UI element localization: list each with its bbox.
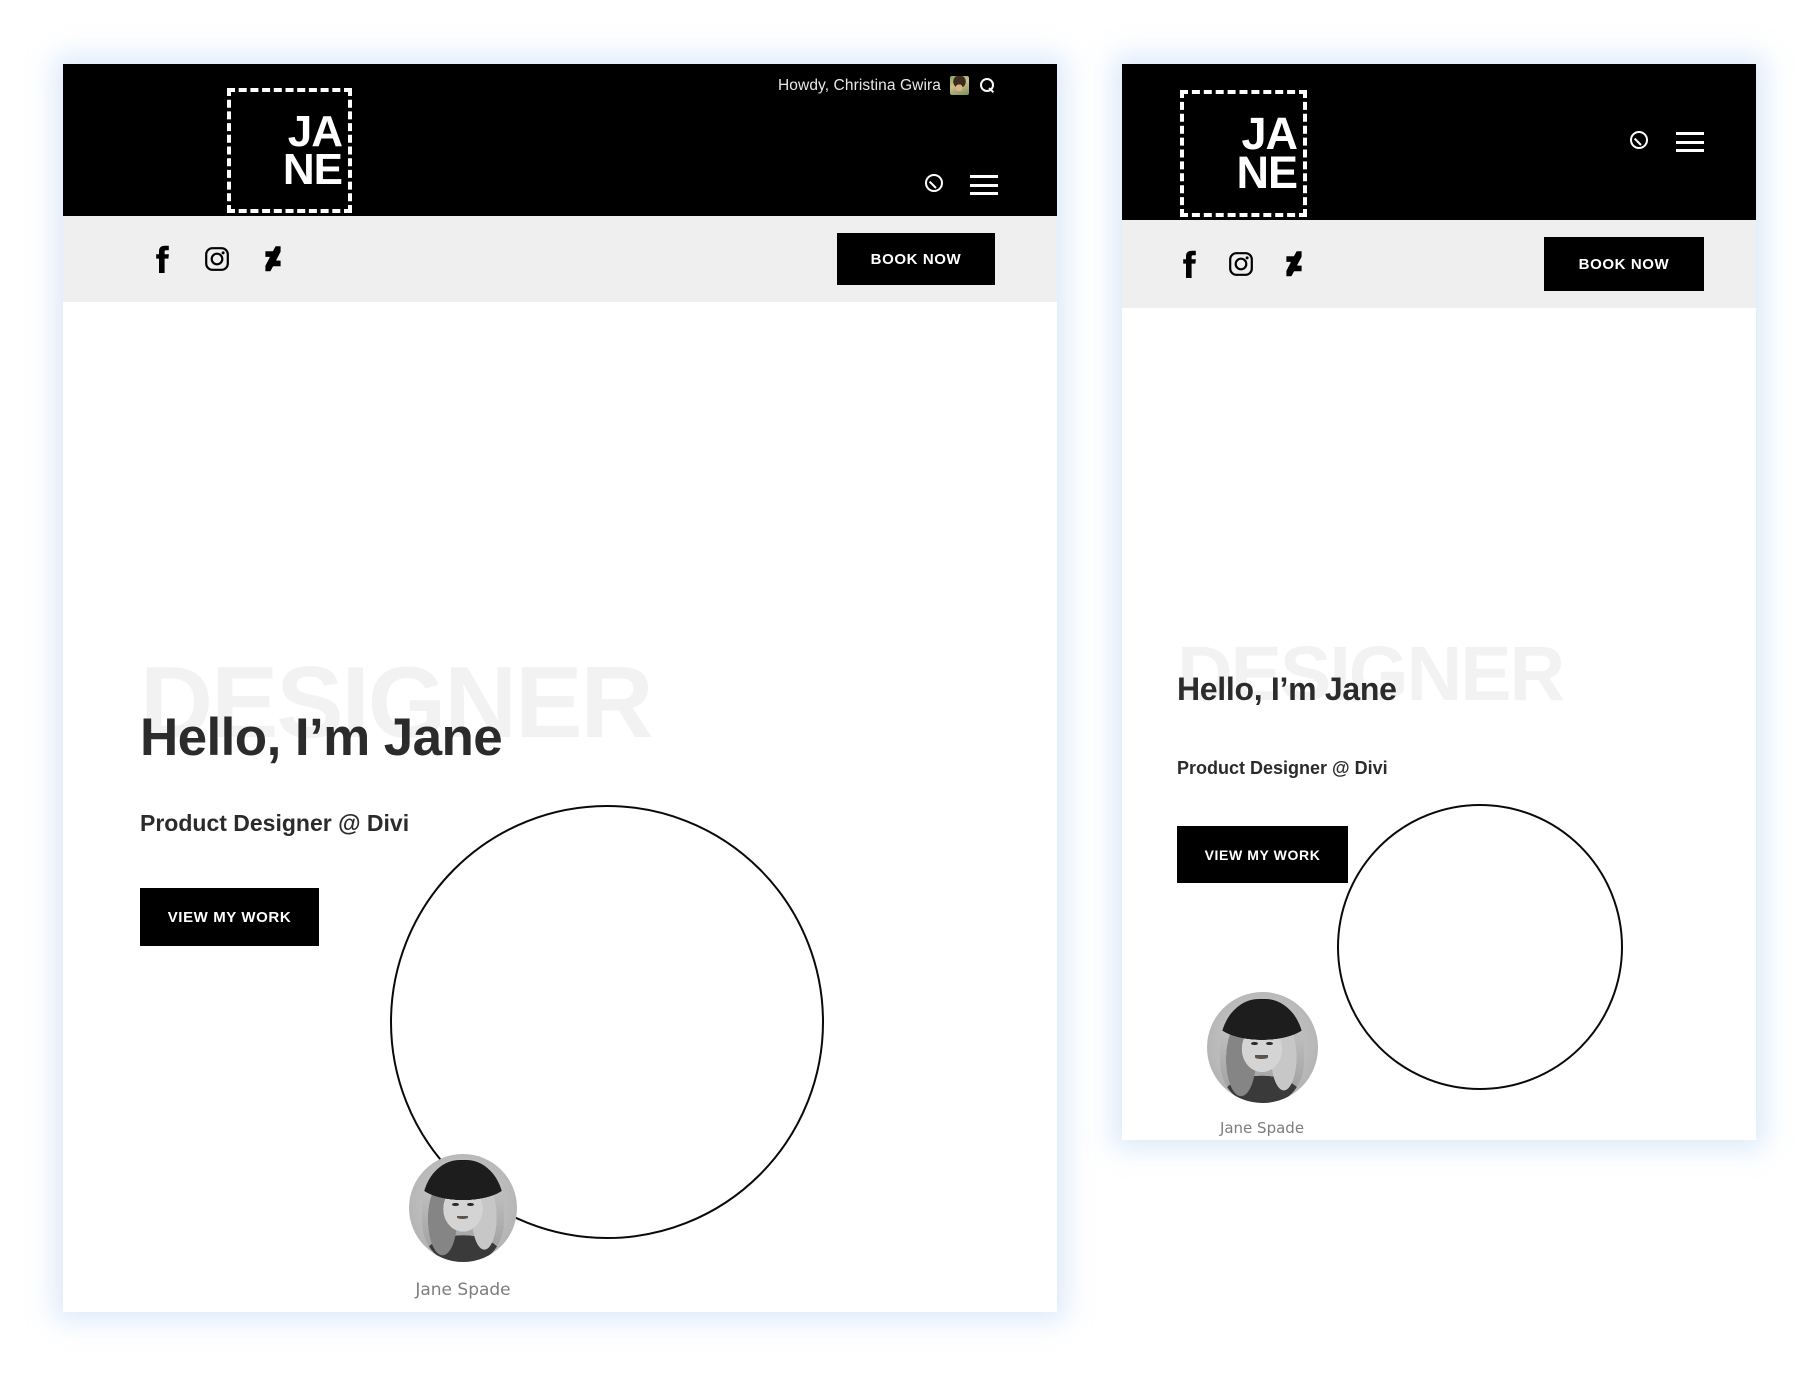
hamburger-bar (1676, 132, 1704, 135)
portrait-eye (467, 1202, 474, 1207)
portrait-mouth (1255, 1055, 1268, 1059)
screenshot-canvas: Howdy, Christina Gwira JA NE BOOK NOW DE… (0, 0, 1800, 1383)
outline-circle-shape (1337, 804, 1623, 1090)
site-logo-desktop[interactable]: JA NE (227, 88, 352, 213)
portrait-eye (452, 1202, 459, 1207)
header-icon-group-mobile (1625, 129, 1704, 155)
facebook-icon[interactable] (1178, 249, 1198, 279)
hero-section-desktop: DESIGNER Hello, I’m Jane Product Designe… (63, 302, 1057, 1312)
book-now-button[interactable]: BOOK NOW (837, 233, 995, 285)
profile-photo-grayscale (409, 1154, 517, 1262)
hero-section-mobile: DESIGNER Hello, I’m Jane Product Designe… (1122, 308, 1756, 1140)
site-header-desktop: Howdy, Christina Gwira JA NE (63, 64, 1057, 216)
hero-subtitle: Product Designer @ Divi (1177, 758, 1388, 778)
site-header-mobile: JA NE (1122, 64, 1756, 220)
book-now-button[interactable]: BOOK NOW (1544, 237, 1704, 291)
hero-title: Hello, I’m Jane (140, 708, 503, 767)
hamburger-bar (970, 192, 998, 195)
portrait-shape (421, 1160, 505, 1262)
profile-photo-grayscale (1206, 992, 1318, 1103)
social-cta-bar-mobile: BOOK NOW (1122, 220, 1756, 308)
facebook-icon[interactable] (151, 244, 171, 274)
header-icon-group-desktop (920, 172, 998, 198)
search-icon[interactable] (1625, 129, 1649, 155)
admin-bar-greeting[interactable]: Howdy, Christina Gwira (778, 76, 995, 95)
social-cta-bar-desktop: BOOK NOW (63, 216, 1057, 302)
hero-title: Hello, I’m Jane (1177, 671, 1397, 707)
profile-name-label: Jane Spade (415, 1280, 511, 1300)
portrait-shape (1219, 998, 1305, 1103)
deviantart-icon[interactable] (263, 245, 283, 273)
profile-card-desktop: Jane Spade (373, 1154, 553, 1300)
user-avatar-thumbnail[interactable] (950, 76, 969, 95)
logo-line-two: NE (282, 144, 343, 194)
social-links-desktop (151, 244, 283, 274)
site-logo-mobile[interactable]: JA NE (1180, 90, 1307, 217)
hamburger-menu-icon[interactable] (1676, 132, 1704, 152)
social-links-mobile (1178, 249, 1304, 279)
hamburger-bar (1676, 140, 1704, 144)
admin-greeting-text: Howdy, Christina Gwira (778, 76, 941, 94)
deviantart-icon[interactable] (1284, 250, 1304, 278)
search-icon[interactable] (920, 172, 944, 198)
view-my-work-button[interactable]: VIEW MY WORK (140, 888, 319, 946)
portrait-mouth (456, 1215, 469, 1219)
desktop-preview-panel: Howdy, Christina Gwira JA NE BOOK NOW DE… (63, 64, 1057, 1312)
profile-card-mobile: Jane Spade (1172, 992, 1352, 1137)
admin-search-icon[interactable] (978, 77, 995, 94)
mobile-preview-panel: JA NE BOOK NOW DESIGNER Hello, I’m Jane … (1122, 64, 1756, 1140)
hamburger-menu-icon[interactable] (970, 175, 998, 195)
hamburger-bar (970, 175, 998, 178)
profile-name-label: Jane Spade (1219, 1119, 1305, 1137)
instagram-icon[interactable] (1228, 251, 1254, 277)
hero-subtitle: Product Designer @ Divi (140, 810, 410, 836)
hamburger-bar (970, 183, 998, 187)
instagram-icon[interactable] (204, 246, 230, 272)
logo-line-two: NE (1236, 146, 1298, 198)
hamburger-bar (1676, 149, 1704, 152)
view-my-work-button[interactable]: VIEW MY WORK (1177, 826, 1348, 883)
